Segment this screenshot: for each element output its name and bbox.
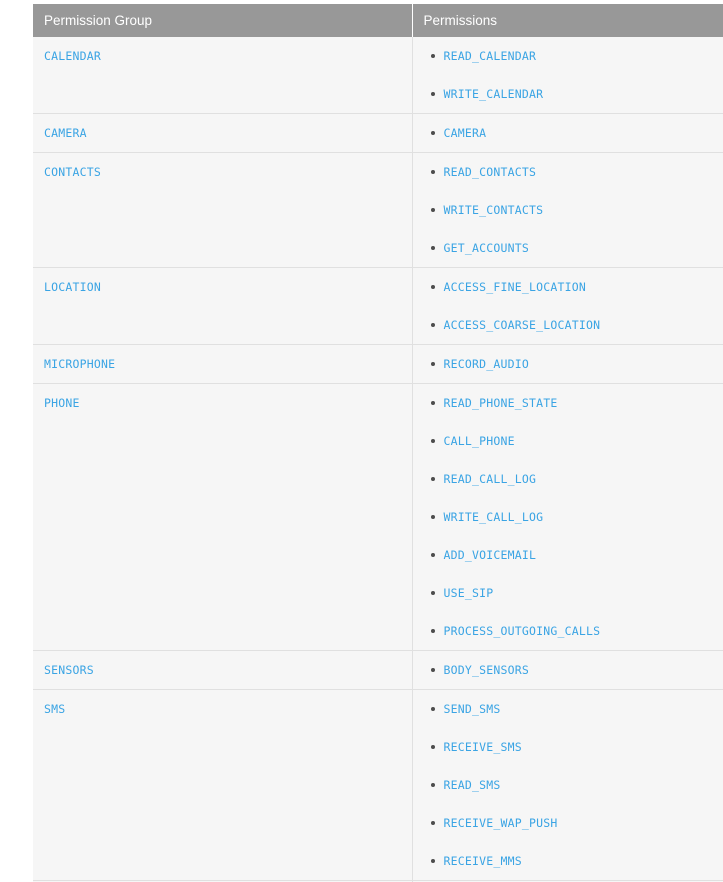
list-item: SEND_SMS xyxy=(413,690,723,728)
permissions-cell: ACCESS_FINE_LOCATION ACCESS_COARSE_LOCATI… xyxy=(412,267,723,345)
table-row: LOCATION ACCESS_FINE_LOCATION ACCESS_COARS… xyxy=(33,267,723,345)
table-row: CALENDAR READ_CALENDAR WRITE_CALENDAR xyxy=(33,37,723,114)
list-item: WRITE_CALENDAR xyxy=(413,75,723,113)
permission-group-cell: SMS xyxy=(33,689,413,881)
permission-group-link[interactable]: CALENDAR xyxy=(44,49,101,63)
table-row: MICROPHONE RECORD_AUDIO xyxy=(33,344,723,384)
table-row: CAMERA CAMERA xyxy=(33,113,723,153)
list-item: PROCESS_OUTGOING_CALLS xyxy=(413,612,723,650)
permission-link[interactable]: READ_CONTACTS xyxy=(444,165,537,179)
list-item: ACCESS_FINE_LOCATION xyxy=(413,268,723,306)
permission-link[interactable]: READ_CALL_LOG xyxy=(444,472,537,486)
permission-group-cell: SENSORS xyxy=(33,650,413,690)
permission-link[interactable]: WRITE_CALENDAR xyxy=(444,87,544,101)
permission-link[interactable]: RECEIVE_SMS xyxy=(444,740,522,754)
permission-group-cell: CALENDAR xyxy=(33,37,413,114)
permission-group-link[interactable]: PHONE xyxy=(44,396,80,410)
table-body: CALENDAR READ_CALENDAR WRITE_CALENDAR CAMER… xyxy=(33,37,723,882)
permission-list: CAMERA xyxy=(413,114,723,152)
permission-group-link[interactable]: MICROPHONE xyxy=(44,357,115,371)
permission-list: READ_PHONE_STATE CALL_PHONE READ_CALL_LOG W… xyxy=(413,384,723,650)
permission-link[interactable]: READ_PHONE_STATE xyxy=(444,396,558,410)
column-header-permissions: Permissions xyxy=(412,4,723,37)
permissions-cell: READ_CALENDAR WRITE_CALENDAR xyxy=(412,37,723,114)
permission-link[interactable]: CAMERA xyxy=(444,126,487,140)
permission-link[interactable]: PROCESS_OUTGOING_CALLS xyxy=(444,624,601,638)
permission-link[interactable]: READ_CALENDAR xyxy=(444,49,537,63)
list-item: READ_CONTACTS xyxy=(413,153,723,191)
list-item: RECORD_AUDIO xyxy=(413,345,723,383)
permissions-cell: SEND_SMS RECEIVE_SMS READ_SMS RECEIVE_WAP_P… xyxy=(412,689,723,881)
table-row: SMS SEND_SMS RECEIVE_SMS READ_SMS RECEIVE_WA… xyxy=(33,689,723,881)
table-header-row: Permission Group Permissions xyxy=(33,4,723,37)
permission-link[interactable]: SEND_SMS xyxy=(444,702,501,716)
permission-group-link[interactable]: SMS xyxy=(44,702,65,716)
permission-group-cell: MICROPHONE xyxy=(33,344,413,384)
table-row: SENSORS BODY_SENSORS xyxy=(33,650,723,690)
permissions-table-container: Permission Group Permissions CALENDAR REA… xyxy=(33,4,723,882)
list-item: CALL_PHONE xyxy=(413,422,723,460)
permission-link[interactable]: BODY_SENSORS xyxy=(444,663,529,677)
table-row: PHONE READ_PHONE_STATE CALL_PHONE READ_CALL… xyxy=(33,383,723,651)
permission-list: ACCESS_FINE_LOCATION ACCESS_COARSE_LOCATI… xyxy=(413,268,723,344)
permission-link[interactable]: RECEIVE_WAP_PUSH xyxy=(444,816,558,830)
permission-link[interactable]: WRITE_CONTACTS xyxy=(444,203,544,217)
permission-group-link[interactable]: CAMERA xyxy=(44,126,87,140)
permission-group-link[interactable]: CONTACTS xyxy=(44,165,101,179)
permission-list: SEND_SMS RECEIVE_SMS READ_SMS RECEIVE_WAP_P… xyxy=(413,690,723,880)
list-item: ACCESS_COARSE_LOCATION xyxy=(413,306,723,344)
list-item: BODY_SENSORS xyxy=(413,651,723,689)
permission-group-cell: CAMERA xyxy=(33,113,413,153)
permission-group-link[interactable]: SENSORS xyxy=(44,663,94,677)
permission-link[interactable]: WRITE_CALL_LOG xyxy=(444,510,544,524)
list-item: RECEIVE_MMS xyxy=(413,842,723,880)
permission-link[interactable]: CALL_PHONE xyxy=(444,434,515,448)
permissions-cell: CAMERA xyxy=(412,113,723,153)
permission-group-link[interactable]: LOCATION xyxy=(44,280,101,294)
list-item: READ_CALL_LOG xyxy=(413,460,723,498)
permission-link[interactable]: READ_SMS xyxy=(444,778,501,792)
column-header-permission-group: Permission Group xyxy=(33,4,413,37)
permission-list: RECORD_AUDIO xyxy=(413,345,723,383)
permission-link[interactable]: RECEIVE_MMS xyxy=(444,854,522,868)
table-row: CONTACTS READ_CONTACTS WRITE_CONTACTS GET_A… xyxy=(33,152,723,268)
permission-link[interactable]: ACCESS_COARSE_LOCATION xyxy=(444,318,601,332)
list-item: RECEIVE_SMS xyxy=(413,728,723,766)
permission-list: BODY_SENSORS xyxy=(413,651,723,689)
list-item: READ_SMS xyxy=(413,766,723,804)
table-header: Permission Group Permissions xyxy=(33,4,723,37)
list-item: RECEIVE_WAP_PUSH xyxy=(413,804,723,842)
list-item: WRITE_CONTACTS xyxy=(413,191,723,229)
permission-group-cell: PHONE xyxy=(33,383,413,651)
permission-group-cell: CONTACTS xyxy=(33,152,413,268)
permissions-cell: BODY_SENSORS xyxy=(412,650,723,690)
permission-list: READ_CONTACTS WRITE_CONTACTS GET_ACCOUNTS xyxy=(413,153,723,267)
list-item: WRITE_CALL_LOG xyxy=(413,498,723,536)
list-item: ADD_VOICEMAIL xyxy=(413,536,723,574)
permission-group-cell: LOCATION xyxy=(33,267,413,345)
permission-link[interactable]: ADD_VOICEMAIL xyxy=(444,548,537,562)
permission-link[interactable]: RECORD_AUDIO xyxy=(444,357,529,371)
permissions-cell: READ_PHONE_STATE CALL_PHONE READ_CALL_LOG W… xyxy=(412,383,723,651)
permission-list: READ_CALENDAR WRITE_CALENDAR xyxy=(413,37,723,113)
page-root: Permission Group Permissions CALENDAR REA… xyxy=(0,0,723,882)
permissions-cell: RECORD_AUDIO xyxy=(412,344,723,384)
permission-link[interactable]: USE_SIP xyxy=(444,586,494,600)
list-item: READ_PHONE_STATE xyxy=(413,384,723,422)
permission-link[interactable]: ACCESS_FINE_LOCATION xyxy=(444,280,586,294)
list-item: READ_CALENDAR xyxy=(413,37,723,75)
list-item: GET_ACCOUNTS xyxy=(413,229,723,267)
list-item: USE_SIP xyxy=(413,574,723,612)
permissions-table: Permission Group Permissions CALENDAR REA… xyxy=(33,4,723,882)
list-item: CAMERA xyxy=(413,114,723,152)
permission-link[interactable]: GET_ACCOUNTS xyxy=(444,241,529,255)
permissions-cell: READ_CONTACTS WRITE_CONTACTS GET_ACCOUNTS xyxy=(412,152,723,268)
